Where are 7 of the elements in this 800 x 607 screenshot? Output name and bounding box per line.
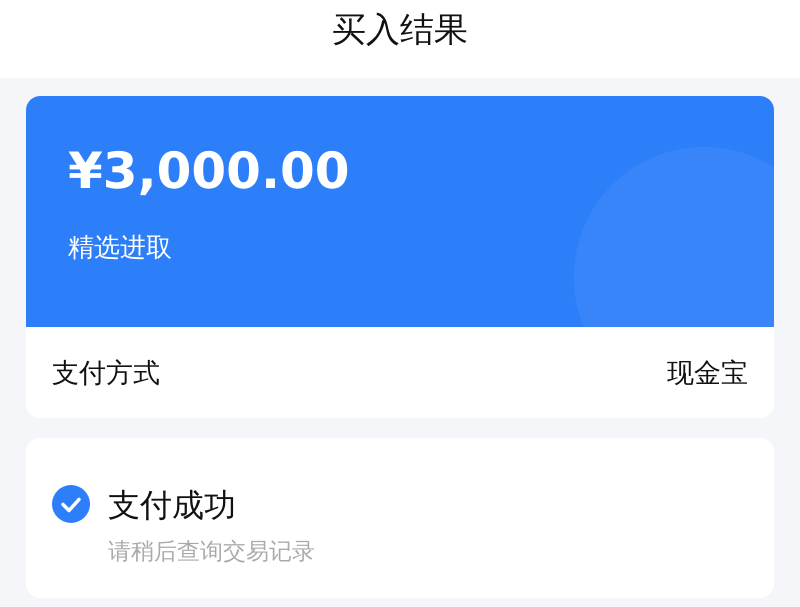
page-title: 买入结果 (332, 9, 468, 52)
fund-name: 精选进取 (68, 232, 172, 265)
status-title: 支付成功 (108, 485, 236, 526)
payment-label: 支付方式 (52, 356, 160, 390)
amount: ¥3,000.00 (68, 146, 350, 196)
payment-value: 现金宝 (667, 356, 748, 390)
status-subtitle: 请稍后查询交易记录 (108, 538, 316, 567)
